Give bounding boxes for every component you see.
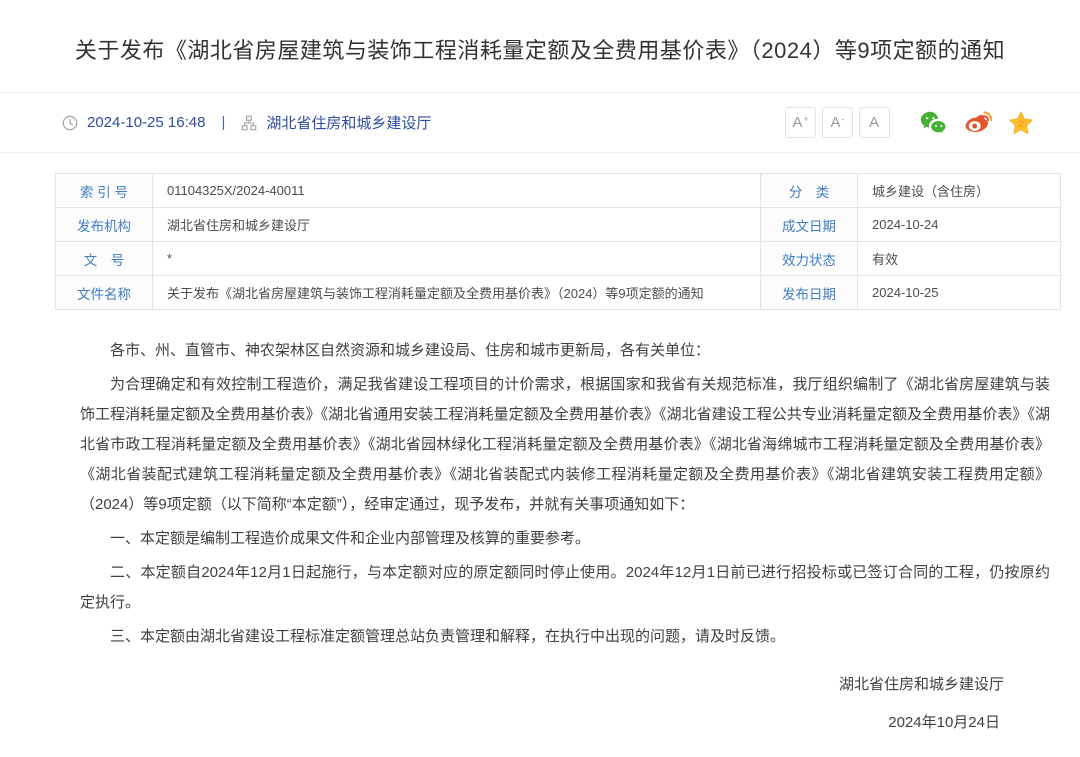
publish-datetime: 2024-10-25 16:48 — [87, 114, 205, 131]
notice-body: 各市、州、直管市、神农架林区自然资源和城乡建设局、住房和城市更新局，各有关单位：… — [80, 336, 1050, 738]
signature-org: 湖北省住房和城乡建设厅 — [80, 670, 1050, 700]
value-cell-validity: 有效 — [858, 242, 1061, 276]
label-cell-index-number: 索 引 号 — [56, 174, 153, 208]
value-cell-category: 城乡建设（含住房） — [858, 174, 1061, 208]
value-cell-written-date: 2024-10-24 — [858, 208, 1061, 242]
signature-date: 2024年10月24日 — [80, 708, 1050, 738]
font-increase-button[interactable]: A+ — [785, 107, 816, 138]
value-cell-index-number: 01104325X/2024-40011 — [153, 174, 761, 208]
label-cell-issuing-org: 发布机构 — [56, 208, 153, 242]
label-cell-category: 分 类 — [761, 174, 858, 208]
value-cell-doc-title: 关于发布《湖北省房屋建筑与装饰工程消耗量定额及全费用基价表》（2024）等9项定… — [153, 276, 761, 310]
table-row: 索 引 号 01104325X/2024-40011 分 类 城乡建设（含住房） — [56, 174, 1061, 208]
source-org-icon — [241, 115, 257, 131]
source-name: 湖北省住房和城乡建设厅 — [266, 112, 431, 133]
label-cell-doc-title: 文件名称 — [56, 276, 153, 310]
page-title: 关于发布《湖北省房屋建筑与装饰工程消耗量定额及全费用基价表》（2024）等9项定… — [0, 0, 1080, 66]
value-cell-issuing-org: 湖北省住房和城乡建设厅 — [153, 208, 761, 242]
notice-page: 关于发布《湖北省房屋建筑与装饰工程消耗量定额及全费用基价表》（2024）等9项定… — [0, 0, 1080, 757]
label-cell-publish-date: 发布日期 — [761, 276, 858, 310]
body-paragraph: 三、本定额由湖北省建设工程标准定额管理总站负责管理和解释，在执行中出现的问题，请… — [80, 622, 1050, 652]
clock-icon — [62, 115, 78, 131]
share-group — [920, 110, 1034, 136]
favorite-star-icon[interactable] — [1008, 110, 1034, 136]
label-cell-doc-number: 文 号 — [56, 242, 153, 276]
weibo-share-icon[interactable] — [964, 110, 992, 135]
document-info-table: 索 引 号 01104325X/2024-40011 分 类 城乡建设（含住房）… — [55, 173, 1061, 310]
body-paragraph: 为合理确定和有效控制工程造价，满足我省建设工程项目的计价需求，根据国家和我省有关… — [80, 370, 1050, 520]
body-paragraph: 一、本定额是编制工程造价成果文件和企业内部管理及核算的重要参考。 — [80, 524, 1050, 554]
meta-bar: 2024-10-25 16:48 | 湖北省住房和城乡建设厅 A+ A- A — [0, 92, 1080, 153]
body-paragraph: 二、本定额自2024年12月1日起施行，与本定额对应的原定额同时停止使用。202… — [80, 558, 1050, 618]
label-cell-validity: 效力状态 — [761, 242, 858, 276]
table-row: 发布机构 湖北省住房和城乡建设厅 成文日期 2024-10-24 — [56, 208, 1061, 242]
table-row: 文 号 * 效力状态 有效 — [56, 242, 1061, 276]
value-cell-publish-date: 2024-10-25 — [858, 276, 1061, 310]
font-reset-button[interactable]: A — [859, 107, 890, 138]
salutation: 各市、州、直管市、神农架林区自然资源和城乡建设局、住房和城市更新局，各有关单位： — [80, 336, 1050, 366]
meta-left: 2024-10-25 16:48 | 湖北省住房和城乡建设厅 — [62, 112, 431, 133]
table-row: 文件名称 关于发布《湖北省房屋建筑与装饰工程消耗量定额及全费用基价表》（2024… — [56, 276, 1061, 310]
label-cell-written-date: 成文日期 — [761, 208, 858, 242]
font-decrease-button[interactable]: A- — [822, 107, 853, 138]
meta-separator: | — [221, 114, 225, 131]
value-cell-doc-number: * — [153, 242, 761, 276]
meta-right: A+ A- A — [779, 107, 1034, 138]
wechat-share-icon[interactable] — [920, 111, 948, 135]
